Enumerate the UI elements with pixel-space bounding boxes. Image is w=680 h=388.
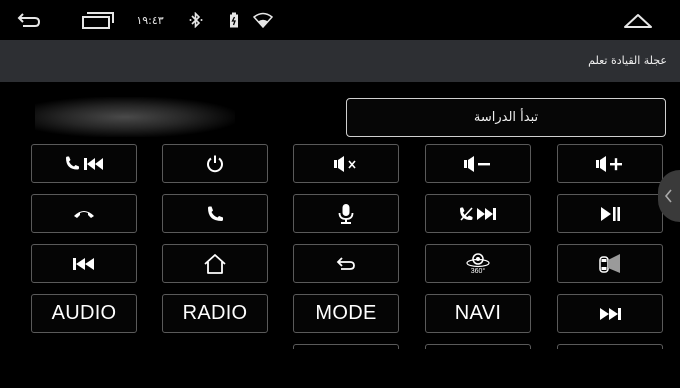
recent-apps-icon[interactable]: [78, 0, 118, 40]
play-pause-key[interactable]: [557, 194, 663, 233]
power-key[interactable]: [162, 144, 268, 183]
return-key[interactable]: [293, 244, 399, 283]
volume-down-icon: [463, 155, 493, 173]
back-icon[interactable]: [14, 0, 44, 40]
camera-360-icon: 360°: [465, 252, 491, 276]
mute-key[interactable]: [293, 144, 399, 183]
battery-icon: [226, 0, 242, 40]
return-icon: [336, 256, 356, 272]
hang-up-icon: [73, 207, 95, 221]
call-previous-key[interactable]: [31, 144, 137, 183]
previous-track-icon: [71, 256, 97, 272]
home-key[interactable]: [162, 244, 268, 283]
call-previous-icon: [63, 155, 105, 173]
camera-360-label: 360°: [470, 267, 486, 275]
car-door-icon: [596, 253, 624, 275]
audio-key[interactable]: AUDIO: [31, 294, 137, 333]
car-door-key[interactable]: [557, 244, 663, 283]
voice-key[interactable]: [293, 194, 399, 233]
hidden-key-stub: [557, 344, 663, 349]
radio-key[interactable]: RADIO: [162, 294, 268, 333]
home-icon[interactable]: [620, 0, 656, 40]
decorative-glow: [35, 97, 235, 137]
play-pause-icon: [599, 205, 621, 223]
chevron-left-icon: [664, 188, 674, 204]
bluetooth-icon: [186, 0, 206, 40]
clock: ١٩:٤٣: [136, 13, 164, 27]
wifi-icon: [252, 0, 274, 40]
microphone-icon: [337, 203, 355, 225]
volume-up-key[interactable]: [557, 144, 663, 183]
answer-call-icon: [205, 205, 225, 223]
hang-up-key[interactable]: [31, 194, 137, 233]
reject-next-key[interactable]: [425, 194, 531, 233]
next-track-icon: [597, 306, 623, 322]
start-learning-button[interactable]: تبدأ الدراسة: [346, 98, 666, 137]
hidden-key-stub: [293, 344, 399, 349]
answer-call-key[interactable]: [162, 194, 268, 233]
volume-down-key[interactable]: [425, 144, 531, 183]
status-bar: ١٩:٤٣: [0, 0, 680, 40]
page-title: عجلة القيادة تعلم: [588, 54, 667, 67]
volume-up-icon: [595, 155, 625, 173]
mute-icon: [333, 155, 359, 173]
power-icon: [205, 154, 225, 174]
navi-key[interactable]: NAVI: [425, 294, 531, 333]
next-track-key[interactable]: [557, 294, 663, 333]
home-icon: [203, 253, 227, 275]
title-bar: عجلة القيادة تعلم: [0, 40, 680, 82]
mode-key[interactable]: MODE: [293, 294, 399, 333]
hidden-key-stub: [425, 344, 531, 349]
previous-track-key[interactable]: [31, 244, 137, 283]
camera-360-key[interactable]: 360°: [425, 244, 531, 283]
reject-next-icon: [458, 205, 498, 223]
